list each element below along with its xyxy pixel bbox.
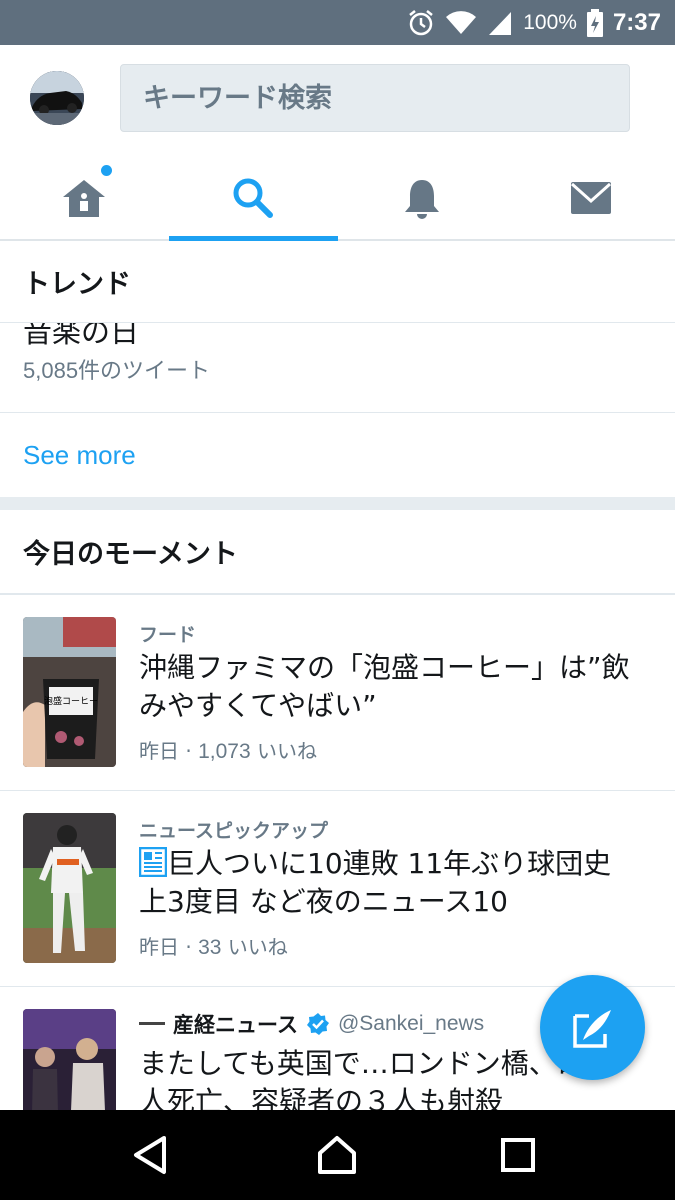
moment-headline: 巨人ついに10連敗 11年ぶり球団史上3度目 など夜のニュース10 [138,845,639,921]
system-nav-bar [0,1110,675,1200]
trend-name: 音楽の日 [23,323,140,349]
alarm-icon [409,9,434,35]
compose-tweet-button[interactable] [540,975,645,1080]
moment-category: フード [139,624,197,646]
signal-icon [489,11,512,35]
avatar[interactable] [30,71,84,125]
svg-text:泡盛コーヒー: 泡盛コーヒー [44,695,98,707]
moments-title: 今日のモーメント [0,510,675,594]
moment-source: 産経ニュース @Sankei_news [139,1009,484,1039]
section-divider [0,497,675,510]
compose-icon [572,1009,611,1048]
status-time: 7:37 [612,8,661,36]
header [0,45,675,157]
battery-charging-icon [586,8,603,37]
bell-icon [404,180,439,219]
tab-notifications[interactable] [338,157,507,239]
moment-likes-label: いいね [250,739,317,763]
see-more-link[interactable]: See more [0,413,675,497]
wifi-icon [446,10,477,34]
tab-bar [0,157,675,241]
moment-headline: 沖縄ファミマの「泡盛コーヒー」は”飲みやすくてやばい” [139,651,630,722]
moment-category: ニュースピックアップ [139,820,329,842]
source-name: 産経ニュース [173,1013,298,1037]
tab-search[interactable] [168,157,338,241]
moment-likes-label: いいね [221,935,288,959]
moment-likes-count: 1,073 [198,740,251,763]
trends-panel: トレンド 音楽の日 5,085件のツイート See more [0,241,675,497]
trend-item[interactable]: 音楽の日 5,085件のツイート [0,323,675,413]
nav-home-button[interactable] [287,1110,387,1200]
moment-likes-count: 33 [198,936,222,959]
search-input[interactable] [121,65,629,131]
moment-item[interactable]: 泡盛コーヒー フード 沖縄ファミマの「泡盛コーヒー」は”飲みやすくてやばい” 昨… [0,594,675,790]
moment-item[interactable]: ニュースピックアップ 巨人ついに10連敗 11年ぶり球団史上3度目 など夜のニュ… [0,790,675,986]
search-box[interactable] [120,64,630,132]
sankei-logo-icon [139,1019,165,1029]
nav-back-button[interactable] [100,1110,200,1200]
trends-title: トレンド [0,241,675,323]
newspaper-icon [138,846,168,878]
trend-tweet-count: 5,085件のツイート [23,358,211,383]
mail-icon [570,182,611,214]
battery-percent: 100% [523,10,577,34]
home-outline-icon [318,1136,356,1174]
moment-date: 昨日 · [139,935,199,959]
tab-messages[interactable] [506,157,675,239]
moment-thumbnail [23,1009,116,1110]
recents-square-icon [501,1138,535,1172]
moment-meta: 昨日 · 1,073 いいね [139,735,317,764]
moment-date: 昨日 · [139,739,199,763]
verified-badge-icon [306,1013,329,1035]
home-icon [63,180,106,217]
status-bar: 100% 7:37 [0,0,675,45]
moment-meta: 昨日 · 33 いいね [139,931,288,960]
moment-thumbnail [23,813,116,963]
nav-recents-button[interactable] [468,1110,568,1200]
source-handle: @Sankei_news [337,1012,485,1035]
search-icon [233,178,274,218]
home-notification-dot [101,165,112,176]
back-triangle-icon [134,1136,166,1174]
tab-home[interactable] [0,157,169,239]
moment-thumbnail: 泡盛コーヒー [23,617,116,767]
moment-headline-text: 巨人ついに10連敗 11年ぶり球団史上3度目 など夜のニュース10 [139,847,612,918]
